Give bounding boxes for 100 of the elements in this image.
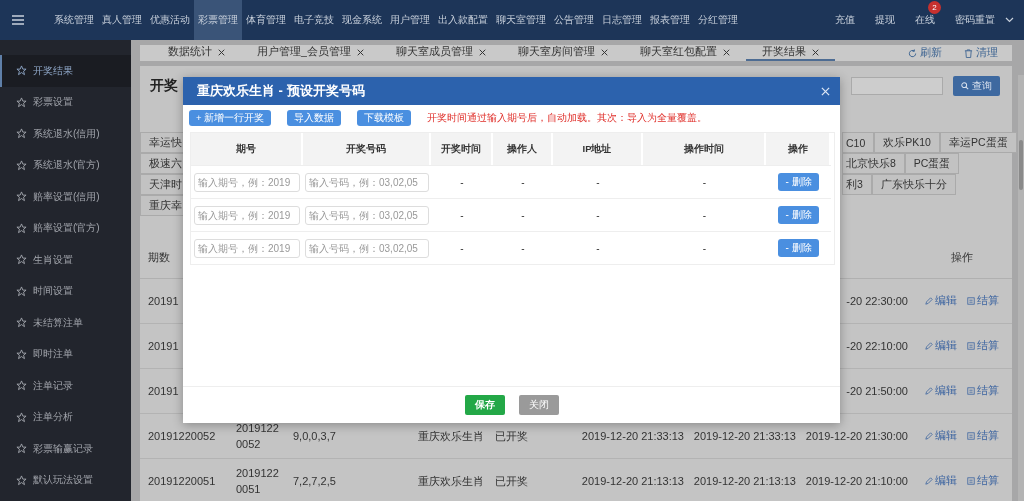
nav-item[interactable]: 公告管理 <box>550 0 598 40</box>
nav-item[interactable]: 报表管理 <box>646 0 694 40</box>
lottery-tag[interactable]: 北京快乐8 <box>842 153 905 174</box>
settle-link[interactable]: 结算 <box>966 294 999 308</box>
sidebar-item[interactable]: 彩票设置 <box>0 86 131 118</box>
sidebar-item[interactable]: 赔率设置(官方) <box>0 212 131 244</box>
tab[interactable]: 聊天室成员管理 <box>379 45 502 61</box>
caret-icon[interactable] <box>1005 17 1014 23</box>
table-cell: - <box>702 176 707 188</box>
star-icon <box>16 128 27 140</box>
lottery-tag[interactable]: 欢乐PK10 <box>874 132 940 153</box>
nav-item[interactable]: 现金系统 <box>338 0 386 40</box>
period-input[interactable]: 输入期号，例：2019 <box>194 205 300 225</box>
star-icon <box>16 411 27 423</box>
pencil-icon <box>924 387 933 395</box>
star-icon <box>16 474 27 486</box>
lottery-tag[interactable]: PC蛋蛋 <box>904 153 960 174</box>
tab[interactable]: 数据统计 <box>152 45 241 61</box>
settle-link[interactable]: 结算 <box>966 384 999 398</box>
star-icon <box>16 317 27 329</box>
scrollbar[interactable] <box>1018 75 1024 501</box>
close-icon[interactable] <box>356 48 364 56</box>
list-icon <box>966 387 975 395</box>
nav-item[interactable]: 聊天室管理 <box>492 0 550 40</box>
lottery-tag[interactable]: C10 <box>842 132 875 153</box>
sidebar-item[interactable]: 注单分析 <box>0 401 131 433</box>
nav-item[interactable]: 日志管理 <box>598 0 646 40</box>
close-icon[interactable] <box>478 48 486 56</box>
pencil-icon <box>924 477 933 485</box>
star-icon <box>16 285 27 297</box>
nav-item[interactable]: 彩票管理 <box>194 0 242 40</box>
refresh-button[interactable]: 刷新 <box>902 45 948 61</box>
number-input[interactable]: 输入号码，例：03,02,05 <box>305 172 429 192</box>
edit-link[interactable]: 编辑 <box>924 474 957 488</box>
menu-icon[interactable] <box>12 15 24 25</box>
close-icon[interactable] <box>600 48 608 56</box>
clear-button[interactable]: 清理 <box>958 45 1004 61</box>
sidebar-item[interactable]: 默认玩法设置 <box>0 464 131 496</box>
sidebar-item[interactable]: 系统退水(官方) <box>0 149 131 181</box>
number-input[interactable]: 输入号码，例：03,02,05 <box>305 205 429 225</box>
lottery-tag[interactable]: 利3 <box>842 174 872 195</box>
nav-item[interactable]: 优惠活动 <box>146 0 194 40</box>
settle-link[interactable]: 结算 <box>966 429 999 443</box>
table-cell: 20191220051 <box>140 459 232 501</box>
nav-link[interactable]: 充值 <box>835 13 855 27</box>
edit-link[interactable]: 编辑 <box>924 294 957 308</box>
settle-link[interactable]: 结算 <box>966 339 999 353</box>
nav-link[interactable]: 提现 <box>875 13 895 27</box>
trash-icon <box>964 48 973 58</box>
sidebar-item[interactable]: 赔率设置(信用) <box>0 181 131 213</box>
tab[interactable]: 开奖结果 <box>745 45 835 61</box>
edit-link[interactable]: 编辑 <box>924 339 957 353</box>
lottery-tag[interactable]: 幸运PC蛋蛋 <box>939 132 1017 153</box>
nav-item[interactable]: 电子竞技 <box>290 0 338 40</box>
pencil-icon <box>924 342 933 350</box>
close-icon[interactable] <box>218 48 225 56</box>
search-button[interactable]: 查询 <box>953 76 1000 96</box>
period-input[interactable]: 输入期号，例：2019 <box>194 238 300 258</box>
tab[interactable]: 聊天室红包配置 <box>623 45 746 61</box>
nav-item[interactable]: 真人管理 <box>98 0 146 40</box>
sidebar-item[interactable]: 系统退水(信用) <box>0 118 131 150</box>
table-cell: 2019-12-20 21:13:13 <box>687 459 799 501</box>
number-input[interactable]: 输入号码，例：03,02,05 <box>305 238 429 258</box>
nav-item[interactable]: 出入款配置 <box>434 0 492 40</box>
nav-item[interactable]: 体育管理 <box>242 0 290 40</box>
search-field[interactable] <box>851 77 943 95</box>
sidebar-item[interactable]: 即时注单 <box>0 338 131 370</box>
nav-item[interactable]: 用户管理 <box>386 0 434 40</box>
nav-item[interactable]: 分红管理 <box>694 0 742 40</box>
list-icon <box>966 342 975 350</box>
sidebar-item[interactable]: 彩票输赢记录 <box>0 433 131 465</box>
star-icon <box>16 65 27 77</box>
tab[interactable]: 用户管理_会员管理 <box>241 45 380 61</box>
sidebar-item[interactable]: 注单记录 <box>0 370 131 402</box>
sidebar-item[interactable]: 时间设置 <box>0 275 131 307</box>
pencil-icon <box>924 432 933 440</box>
lottery-tag[interactable]: 广东快乐十分 <box>871 174 956 195</box>
edit-link[interactable]: 编辑 <box>924 384 957 398</box>
settle-link[interactable]: 结算 <box>966 474 999 488</box>
close-icon[interactable] <box>811 48 819 56</box>
edit-link[interactable]: 编辑 <box>924 429 957 443</box>
table-cell: - <box>521 209 525 221</box>
pencil-icon <box>924 297 933 305</box>
star-icon <box>16 380 27 392</box>
tab[interactable]: 聊天室房间管理 <box>501 45 624 61</box>
table-cell: 重庆欢乐生肖 <box>415 459 487 501</box>
period-input[interactable]: 输入期号，例：2019 <box>194 172 300 192</box>
table-cell: - <box>460 242 464 254</box>
close-icon[interactable] <box>722 48 730 56</box>
table-cell: 7,2,7,2,5 <box>285 459 415 501</box>
nav-link[interactable]: 密码重置 <box>955 13 995 27</box>
column-header: 期号 <box>191 133 303 165</box>
sidebar-item[interactable]: 开奖结果 <box>0 55 131 87</box>
star-icon <box>16 96 27 108</box>
sidebar-item[interactable]: 生肖设置 <box>0 244 131 276</box>
table-cell: - <box>521 242 525 254</box>
nav-link[interactable]: 在线 <box>915 13 935 27</box>
nav-item[interactable]: 系统管理 <box>50 0 98 40</box>
list-icon <box>966 297 975 305</box>
sidebar-item[interactable]: 未结算注单 <box>0 307 131 339</box>
